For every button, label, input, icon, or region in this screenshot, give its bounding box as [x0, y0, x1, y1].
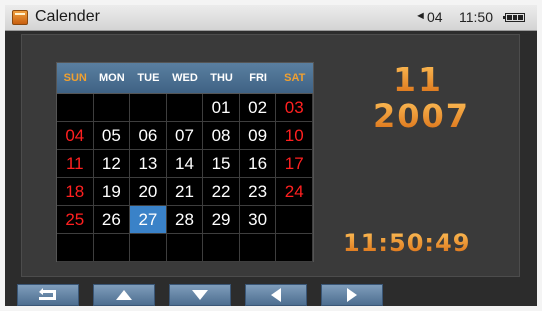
day-cell[interactable]: 07 [166, 122, 204, 150]
triangle-left-icon [271, 288, 281, 302]
day-cell[interactable]: 16 [239, 150, 277, 178]
day-cell[interactable]: 26 [93, 206, 131, 234]
bottom-toolbar [5, 284, 537, 306]
empty-day-cell [130, 94, 167, 122]
day-cell[interactable]: 13 [130, 150, 167, 178]
weekday-label: FRI [249, 72, 267, 84]
day-cell[interactable]: 11 [57, 150, 94, 178]
battery-icon [503, 13, 525, 22]
empty-day-cell [239, 234, 277, 262]
triangle-up-icon [116, 290, 132, 300]
empty-day-cell [276, 206, 313, 234]
status-bar: Calender ◄ 04 11:50 [5, 5, 537, 31]
day-cell[interactable]: 02 [239, 94, 277, 122]
day-cell[interactable]: 29 [203, 206, 240, 234]
volume-level: 04 [427, 9, 443, 25]
day-cell[interactable]: 19 [93, 178, 131, 206]
empty-day-cell [203, 234, 240, 262]
calendar-app-icon [12, 10, 28, 25]
empty-day-cell [166, 94, 204, 122]
day-cell[interactable]: 10 [276, 122, 313, 150]
up-button[interactable] [93, 284, 155, 306]
empty-day-cell [276, 234, 313, 262]
status-clock: 11:50 [459, 9, 493, 25]
day-cell[interactable]: 27 [130, 206, 167, 234]
day-cell[interactable]: 06 [130, 122, 167, 150]
weekday-label: SUN [63, 72, 87, 84]
right-button[interactable] [321, 284, 383, 306]
day-cell[interactable]: 24 [276, 178, 313, 206]
speaker-icon: ◄ [415, 10, 426, 22]
time-display: 11:50:49 [343, 229, 471, 257]
triangle-down-icon [192, 290, 208, 300]
day-cell[interactable]: 18 [57, 178, 94, 206]
down-button[interactable] [169, 284, 231, 306]
empty-day-cell [93, 94, 131, 122]
day-cell[interactable]: 30 [239, 206, 277, 234]
empty-day-cell [130, 234, 167, 262]
day-cell[interactable]: 01 [203, 94, 240, 122]
day-cell[interactable]: 21 [166, 178, 204, 206]
empty-day-cell [93, 234, 131, 262]
day-cell[interactable]: 08 [203, 122, 240, 150]
day-cell[interactable]: 05 [93, 122, 131, 150]
empty-day-cell [57, 234, 94, 262]
year-display: 2007 [373, 97, 471, 135]
weekday-header: SUN MON TUE WED THU FRI SAT [57, 63, 313, 94]
day-cell[interactable]: 04 [57, 122, 94, 150]
empty-day-cell [166, 234, 204, 262]
device-screen: Calender ◄ 04 11:50 SUN MON TUE WED THU FRI SA… [5, 5, 537, 306]
weekday-label: THU [210, 72, 233, 84]
return-arrow-icon [39, 288, 56, 300]
day-cell[interactable]: 25 [57, 206, 94, 234]
day-cell[interactable]: 15 [203, 150, 240, 178]
weekday-label: WED [172, 72, 198, 84]
weekday-label: MON [99, 72, 125, 84]
day-cell[interactable]: 23 [239, 178, 277, 206]
month-display: 11 [393, 60, 443, 99]
back-button[interactable] [17, 284, 79, 306]
day-cell[interactable]: 20 [130, 178, 167, 206]
weekday-label: TUE [137, 72, 160, 84]
app-title: Calender [35, 8, 100, 25]
day-cell[interactable]: 03 [276, 94, 313, 122]
day-cell[interactable]: 28 [166, 206, 204, 234]
day-grid: 01 02 03 04 05 06 07 08 09 10 11 12 13 14 15 16 17 18 19 20… [57, 94, 313, 262]
day-cell[interactable]: 09 [239, 122, 277, 150]
calendar-grid: SUN MON TUE WED THU FRI SAT 01 02 03 04 05 06 07 08 09… [56, 62, 314, 262]
empty-day-cell [57, 94, 94, 122]
left-button[interactable] [245, 284, 307, 306]
day-cell[interactable]: 22 [203, 178, 240, 206]
day-cell[interactable]: 14 [166, 150, 204, 178]
weekday-label: SAT [284, 72, 306, 84]
day-cell[interactable]: 12 [93, 150, 131, 178]
day-cell[interactable]: 17 [276, 150, 313, 178]
triangle-right-icon [347, 288, 357, 302]
